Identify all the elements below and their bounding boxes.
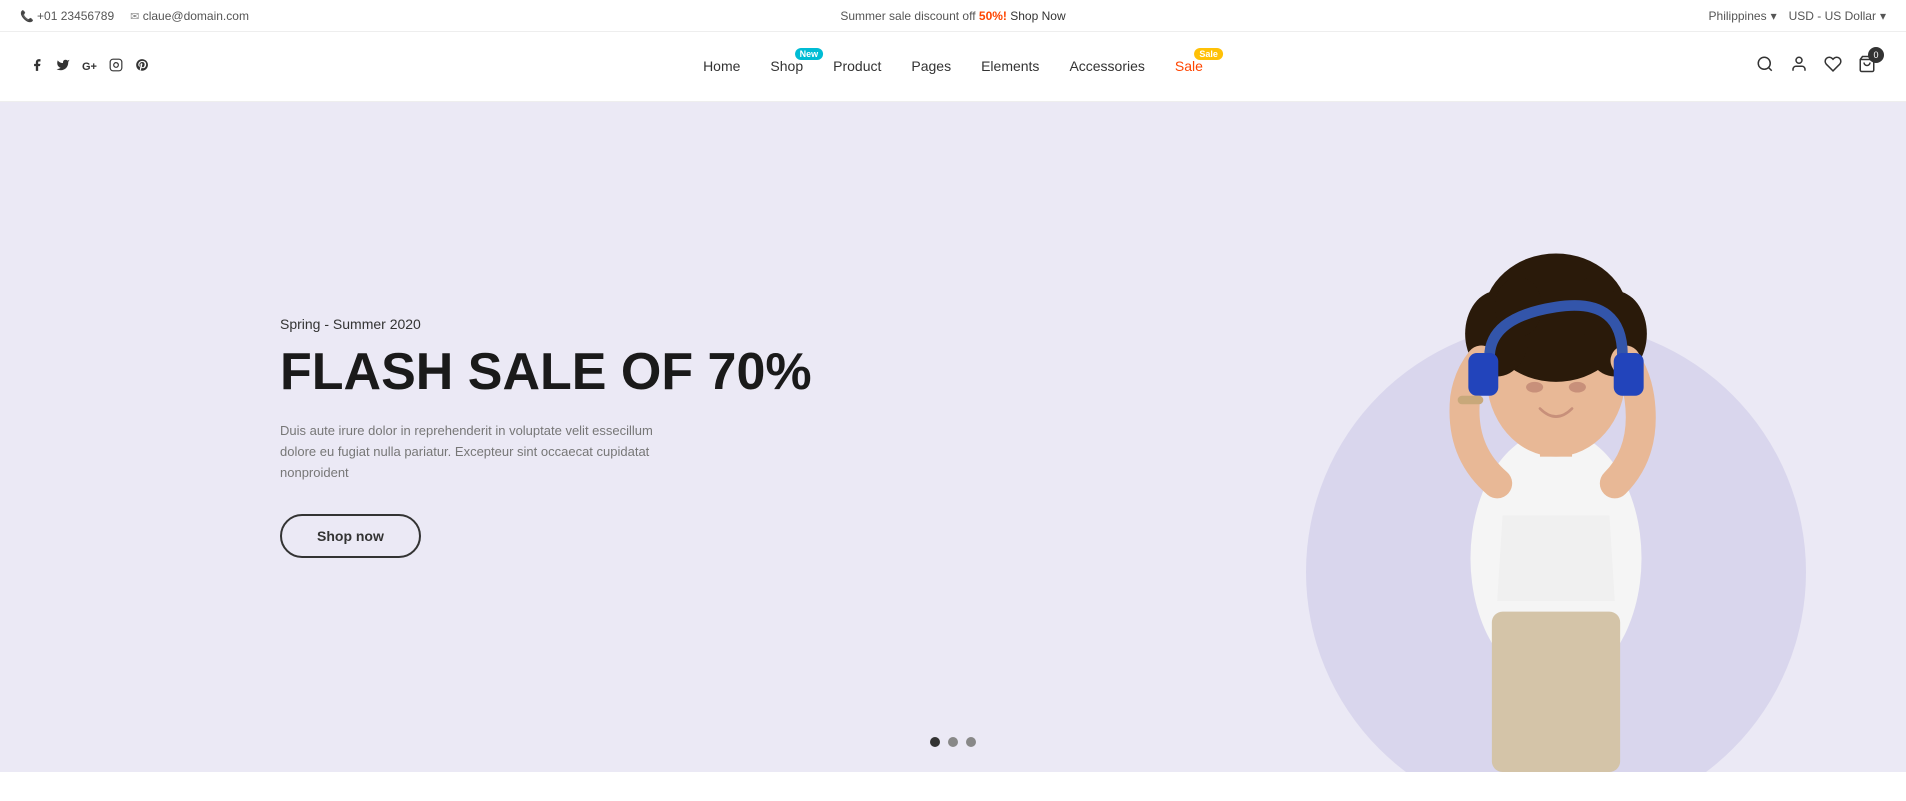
nav-link-accessories[interactable]: Accessories xyxy=(1069,58,1144,74)
email-address: claue@domain.com xyxy=(143,9,249,23)
nav-links: Home Shop New Product Pages Elements Acc… xyxy=(703,58,1203,76)
cart-count-badge: 0 xyxy=(1868,47,1884,63)
hero-description: Duis aute irure dolor in reprehenderit i… xyxy=(280,421,660,483)
phone-icon: 📞 xyxy=(20,11,34,23)
nav-link-product[interactable]: Product xyxy=(833,58,881,74)
nav-item-home[interactable]: Home xyxy=(703,58,740,76)
nav-item-elements[interactable]: Elements xyxy=(981,58,1039,76)
nav-link-elements[interactable]: Elements xyxy=(981,58,1039,74)
phone-number: +01 23456789 xyxy=(37,9,114,23)
hero-content: Spring - Summer 2020 FLASH SALE OF 70% D… xyxy=(0,316,812,558)
user-icon[interactable] xyxy=(1790,55,1808,78)
top-bar: 📞 +01 23456789 ✉ claue@domain.com Summer… xyxy=(0,0,1906,32)
currency-label: USD - US Dollar xyxy=(1789,9,1876,23)
wishlist-icon[interactable] xyxy=(1824,55,1842,78)
search-icon[interactable] xyxy=(1756,55,1774,78)
pinterest-icon[interactable] xyxy=(135,58,149,75)
shop-now-button[interactable]: Shop now xyxy=(280,514,421,558)
navbar: G+ Home Shop New Product Pages Elements … xyxy=(0,32,1906,102)
chevron-down-icon: ▾ xyxy=(1880,9,1886,23)
nav-item-accessories[interactable]: Accessories xyxy=(1069,58,1144,76)
nav-link-home[interactable]: Home xyxy=(703,58,740,74)
region-dropdown[interactable]: Philippines ▾ xyxy=(1709,9,1777,23)
social-icons: G+ xyxy=(30,58,149,75)
phone-contact: 📞 +01 23456789 xyxy=(20,9,114,23)
carousel-dot-1[interactable] xyxy=(930,737,940,747)
promo-highlight: 50%! xyxy=(979,9,1007,23)
hero-title: FLASH SALE OF 70% xyxy=(280,344,812,401)
currency-dropdown[interactable]: USD - US Dollar ▾ xyxy=(1789,9,1886,23)
nav-item-pages[interactable]: Pages xyxy=(911,58,951,76)
email-contact: ✉ claue@domain.com xyxy=(130,9,249,23)
promo-action-link[interactable]: Shop Now xyxy=(1010,9,1065,23)
hero-subtitle: Spring - Summer 2020 xyxy=(280,316,812,332)
carousel-dot-2[interactable] xyxy=(948,737,958,747)
nav-action-icons: 0 xyxy=(1756,55,1876,78)
hero-image-area xyxy=(762,102,1906,772)
google-plus-icon[interactable]: G+ xyxy=(82,61,97,73)
hero-section: Spring - Summer 2020 FLASH SALE OF 70% D… xyxy=(0,102,1906,772)
email-icon: ✉ xyxy=(130,11,139,23)
top-bar-contact: 📞 +01 23456789 ✉ claue@domain.com xyxy=(20,9,249,23)
promo-text: Summer sale discount off xyxy=(840,9,979,23)
nav-link-sale[interactable]: Sale xyxy=(1175,58,1203,74)
hero-person-image xyxy=(1306,152,1806,772)
carousel-dot-3[interactable] xyxy=(966,737,976,747)
new-badge: New xyxy=(795,48,824,60)
twitter-icon[interactable] xyxy=(56,58,70,75)
top-bar-right: Philippines ▾ USD - US Dollar ▾ xyxy=(1709,9,1886,23)
nav-item-shop[interactable]: Shop New xyxy=(770,58,803,76)
cart-icon[interactable]: 0 xyxy=(1858,55,1876,78)
nav-item-product[interactable]: Product xyxy=(833,58,881,76)
region-label: Philippines xyxy=(1709,9,1767,23)
nav-link-shop[interactable]: Shop xyxy=(770,58,803,74)
nav-link-pages[interactable]: Pages xyxy=(911,58,951,74)
carousel-dots xyxy=(930,737,976,747)
facebook-icon[interactable] xyxy=(30,58,44,75)
nav-item-sale[interactable]: Sale Sale xyxy=(1175,58,1203,76)
promo-banner: Summer sale discount off 50%! Shop Now xyxy=(840,9,1065,23)
chevron-down-icon: ▾ xyxy=(1771,9,1777,23)
sale-badge: Sale xyxy=(1194,48,1223,60)
instagram-icon[interactable] xyxy=(109,58,123,75)
